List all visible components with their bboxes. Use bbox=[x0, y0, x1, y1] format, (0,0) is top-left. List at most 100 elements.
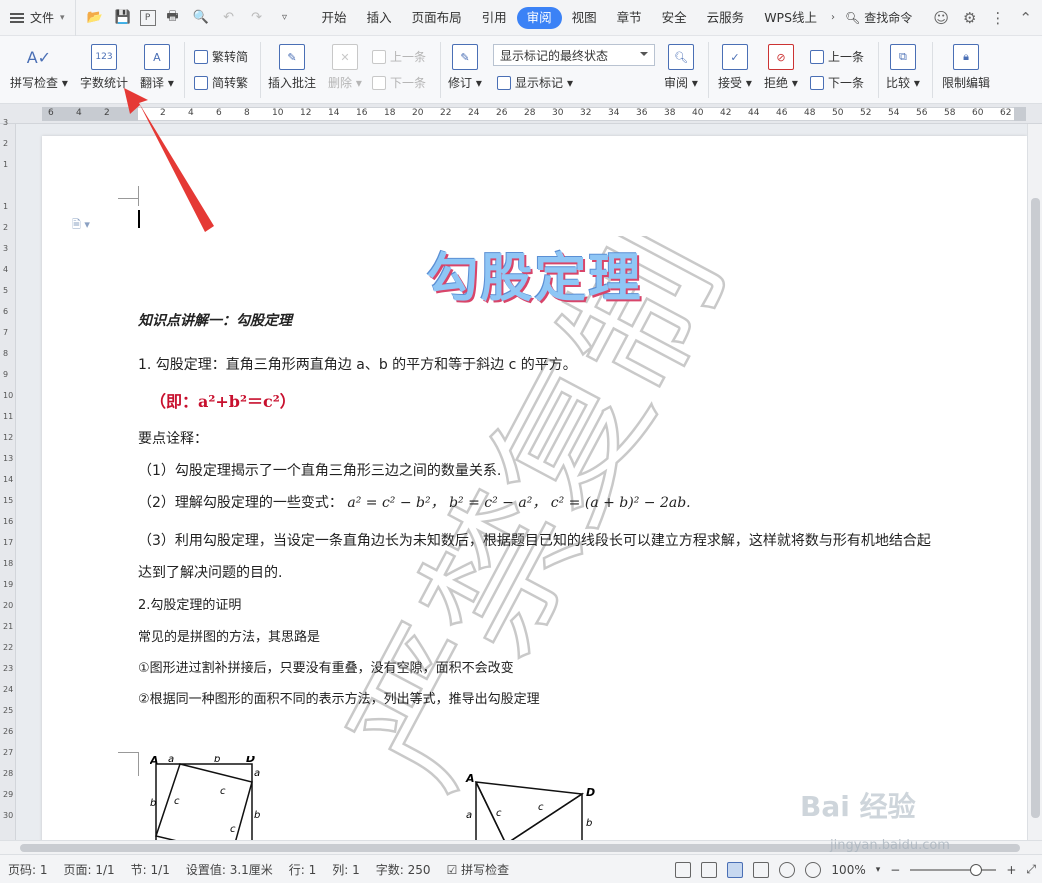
vertical-ruler-tick-label: 3 bbox=[3, 244, 9, 253]
spell-check-button[interactable]: A✓ 拼写检查 ▾ bbox=[10, 36, 68, 91]
show-markup-button[interactable]: 显示标记 ▾ bbox=[497, 74, 573, 91]
document-page[interactable]: 🗎 ▾ 严禁复制 勾股定理 知识点讲解一：勾股定理 1. 勾股定理：直角三角形两… bbox=[42, 136, 1027, 840]
reject-label: 拒绝 bbox=[764, 76, 789, 90]
status-spell-check[interactable]: ☑ 拼写检查 bbox=[439, 861, 518, 878]
paragraph[interactable]: 1. 勾股定理：直角三角形两直角边 a、b 的平方和等于斜边 c 的平方。 bbox=[138, 354, 577, 374]
status-pages[interactable]: 页面: 1/1 bbox=[56, 861, 123, 878]
status-setting[interactable]: 设置值: 3.1厘米 bbox=[178, 861, 281, 878]
tab-chapter[interactable]: 章节 bbox=[607, 7, 652, 29]
prev-change-button[interactable]: 上一条 bbox=[810, 48, 864, 65]
next-comment-button[interactable]: 下一条 bbox=[372, 74, 426, 91]
tab-cloud-service[interactable]: 云服务 bbox=[697, 7, 755, 29]
outline-view-icon[interactable] bbox=[753, 861, 770, 878]
tab-wps-online[interactable]: WPS线上 bbox=[754, 7, 827, 29]
tab-references[interactable]: 引用 bbox=[472, 7, 517, 29]
vertical-ruler-tick-label: 30 bbox=[3, 811, 14, 820]
horizontal-ruler[interactable]: 6 4 2 2 4 6 8 10 12 14 16 18 20 22 24 26 28 30 32 34 36 38 40 4… bbox=[0, 104, 1042, 124]
zoom-dropdown-icon[interactable]: ▾ bbox=[876, 865, 881, 875]
paragraph[interactable]: （2）理解勾股定理的一些变式： a² = c² − b²， b² = c² − … bbox=[138, 492, 691, 512]
tab-security[interactable]: 安全 bbox=[652, 7, 697, 29]
restrict-edit-button[interactable]: 🔒︎ 限制编辑 bbox=[942, 36, 990, 91]
document-menu-icon[interactable]: 🗎 ▾ bbox=[72, 216, 90, 235]
scrollbar-thumb[interactable] bbox=[1031, 198, 1040, 818]
document-title[interactable]: 勾股定理 bbox=[42, 236, 1027, 311]
paragraph[interactable]: 要点诠释： bbox=[138, 428, 208, 448]
tab-page-layout[interactable]: 页面布局 bbox=[402, 7, 472, 29]
more-icon[interactable]: ⋮ bbox=[990, 9, 1005, 27]
export-pdf-icon[interactable]: P bbox=[139, 9, 156, 26]
full-screen-icon[interactable] bbox=[675, 861, 692, 878]
tab-review[interactable]: 审阅 bbox=[516, 6, 562, 29]
label-a: a bbox=[168, 756, 174, 765]
page-view-icon[interactable] bbox=[727, 861, 744, 878]
vertical-scrollbar[interactable] bbox=[1027, 124, 1042, 840]
zoom-slider-knob[interactable] bbox=[970, 863, 983, 876]
zoom-in-icon[interactable]: + bbox=[1006, 863, 1016, 877]
status-page[interactable]: 页码: 1 bbox=[0, 861, 56, 878]
document-area[interactable]: 🗎 ▾ 严禁复制 勾股定理 知识点讲解一：勾股定理 1. 勾股定理：直角三角形两… bbox=[16, 124, 1027, 840]
prev-comment-button[interactable]: 上一条 bbox=[372, 48, 426, 65]
file-menu-button[interactable]: 文件 ▾ bbox=[0, 0, 75, 36]
divider bbox=[708, 42, 709, 98]
review-pane-button[interactable]: 🔍︎ 审阅 ▾ bbox=[664, 36, 698, 91]
zoom-out-icon[interactable]: − bbox=[890, 863, 900, 877]
label-D: D bbox=[246, 756, 255, 765]
section-heading[interactable]: 知识点讲解一：勾股定理 bbox=[138, 310, 292, 330]
compare-button[interactable]: ⧉ 比较 ▾ bbox=[886, 36, 920, 91]
accept-button[interactable]: ✓ 接受 ▾ bbox=[718, 36, 752, 91]
translate-button[interactable]: A 翻译 ▾ bbox=[140, 36, 174, 91]
status-word-count[interactable]: 字数: 250 bbox=[368, 861, 439, 878]
open-folder-icon[interactable]: 📂 bbox=[84, 7, 106, 29]
status-col[interactable]: 列: 1 bbox=[324, 861, 368, 878]
paragraph[interactable]: ②根据同一种图形的面积不同的表示方法，列出等式，推导出勾股定理 bbox=[138, 688, 540, 707]
corner-mark bbox=[118, 198, 138, 199]
proof-figure-1[interactable]: A D a b b a a b c c c c bbox=[150, 756, 260, 840]
paragraph[interactable]: ①图形进过割补拼接后，只要没有重叠，没有空隙，面积不会改变 bbox=[138, 657, 514, 676]
feedback-icon[interactable]: ☺ bbox=[933, 9, 949, 27]
label-c: c bbox=[230, 824, 236, 835]
proof-figure-2[interactable]: A D a c c b bbox=[462, 772, 602, 840]
zoom-slider[interactable] bbox=[910, 863, 997, 876]
save-icon[interactable]: 💾 bbox=[112, 7, 134, 29]
tab-insert[interactable]: 插入 bbox=[357, 7, 402, 29]
print-icon[interactable]: 🖶 bbox=[162, 7, 184, 29]
tab-home[interactable]: 开始 bbox=[312, 7, 357, 29]
tab-view[interactable]: 视图 bbox=[562, 7, 607, 29]
redo-icon[interactable]: ↷ bbox=[246, 7, 268, 29]
delete-comment-button[interactable]: ✕ 删除 ▾ bbox=[328, 36, 362, 91]
vertical-ruler[interactable]: 3 2 1 1 2 3 4 5 6 7 8 9 10 11 12 13 14 15 16 17 18 19 20 21 22 23… bbox=[0, 118, 16, 840]
zoom-level[interactable]: 100% bbox=[831, 863, 865, 877]
vertical-ruler-tick-label: 13 bbox=[3, 454, 14, 463]
status-row[interactable]: 行: 1 bbox=[281, 861, 325, 878]
status-section[interactable]: 节: 1/1 bbox=[123, 861, 178, 878]
formula-highlight[interactable]: （即：a²+b²＝c²） bbox=[150, 388, 296, 412]
track-changes-button[interactable]: ✎ 修订 ▾ bbox=[448, 36, 482, 91]
eye-protection-icon[interactable] bbox=[805, 861, 822, 878]
tab-overflow-icon[interactable]: › bbox=[827, 7, 839, 29]
label-c: c bbox=[496, 808, 502, 819]
insert-comment-button[interactable]: ✎ 插入批注 bbox=[268, 36, 316, 91]
paragraph[interactable]: 常见的是拼图的方法，其思路是 bbox=[138, 626, 320, 645]
paragraph[interactable]: 达到了解决问题的目的. bbox=[138, 562, 282, 582]
display-mode-select[interactable]: 显示标记的最终状态 bbox=[493, 44, 655, 66]
reject-button[interactable]: ⊘ 拒绝 ▾ bbox=[764, 36, 798, 91]
simp-to-trad-button[interactable]: 简转繁 bbox=[194, 74, 248, 91]
undo-icon[interactable]: ↶ bbox=[218, 7, 240, 29]
reading-view-icon[interactable] bbox=[701, 861, 718, 878]
paragraph[interactable]: （1）勾股定理揭示了一个直角三角形三边之间的数量关系. bbox=[138, 460, 501, 480]
trad-to-simp-button[interactable]: 繁转简 bbox=[194, 48, 248, 65]
vertical-ruler-tick-label: 8 bbox=[3, 349, 9, 358]
next-change-button[interactable]: 下一条 bbox=[810, 74, 864, 91]
print-preview-icon[interactable]: 🔍 bbox=[190, 7, 212, 29]
paragraph[interactable]: 2.勾股定理的证明 bbox=[138, 594, 241, 613]
paragraph[interactable]: （3）利用勾股定理，当设定一条直角边长为未知数后，根据题目已知的线段长可以建立方… bbox=[138, 530, 931, 550]
window-controls: ☺ ⚙ ⋮ ⌃ bbox=[933, 0, 1032, 36]
web-view-icon[interactable] bbox=[779, 861, 796, 878]
gear-icon[interactable]: ⚙ bbox=[963, 9, 976, 27]
word-count-button[interactable]: 123 字数统计 bbox=[80, 36, 128, 91]
compare-label: 比较 bbox=[886, 76, 911, 90]
fit-window-icon[interactable]: ⤢ bbox=[1026, 862, 1036, 877]
customize-toolbar-icon[interactable]: ▿ bbox=[274, 7, 296, 29]
collapse-ribbon-icon[interactable]: ⌃ bbox=[1019, 9, 1032, 27]
search-command[interactable]: 🔍︎ 查找命令 bbox=[845, 9, 912, 26]
